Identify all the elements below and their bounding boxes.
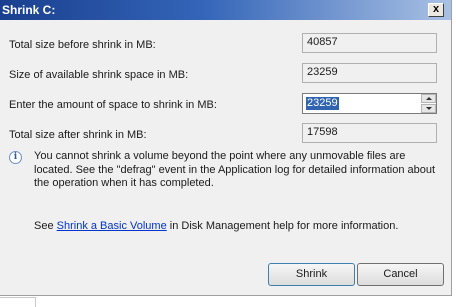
title-bar[interactable]: Shrink C: x [0, 0, 451, 20]
shrink-dialog: Shrink C: x Total size before shrink in … [0, 0, 452, 296]
close-button[interactable]: x [428, 3, 444, 17]
help-link[interactable]: Shrink a Basic Volume [57, 220, 167, 232]
shrink-amount-label: Enter the amount of space to shrink in M… [9, 99, 217, 111]
background-window-edge [0, 297, 36, 307]
info-message: You cannot shrink a volume beyond the po… [34, 150, 436, 189]
spinner-down-button[interactable] [421, 104, 436, 113]
total-before-value: 40857 [302, 33, 437, 53]
total-after-label: Total size after shrink in MB: [9, 129, 147, 141]
help-suffix: in Disk Management help for more informa… [166, 220, 399, 232]
help-line: See Shrink a Basic Volume in Disk Manage… [34, 220, 398, 232]
spinner-up-button[interactable] [421, 94, 436, 103]
cancel-button[interactable]: Cancel [357, 263, 444, 286]
close-icon: x [432, 3, 440, 15]
dialog-title: Shrink C: [2, 3, 56, 17]
available-space-value: 23259 [302, 63, 437, 83]
shrink-amount-input[interactable] [305, 96, 419, 111]
total-before-label: Total size before shrink in MB: [9, 39, 156, 51]
info-icon: i [9, 151, 22, 164]
shrink-amount-stepper[interactable]: 23259 [302, 93, 437, 114]
help-prefix: See [34, 220, 57, 232]
arrow-up-icon [426, 97, 432, 100]
arrow-down-icon [426, 107, 432, 110]
available-space-label: Size of available shrink space in MB: [9, 69, 189, 81]
spinner-buttons [421, 94, 436, 113]
shrink-button[interactable]: Shrink [268, 263, 355, 286]
total-after-value: 17598 [302, 123, 437, 143]
